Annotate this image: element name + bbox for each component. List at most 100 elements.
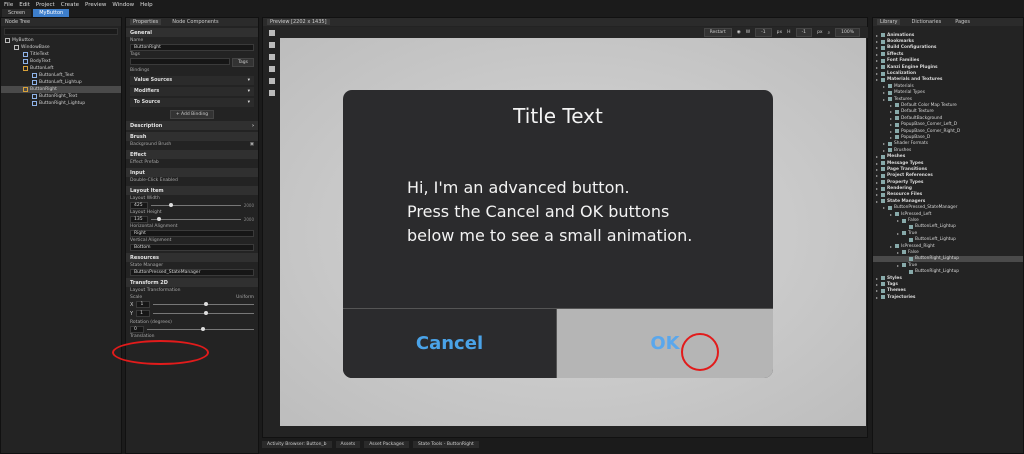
zoom-icon[interactable]: ⌕ (828, 30, 831, 36)
tree-item-label: WindowBase (21, 45, 50, 50)
layers-tool-icon[interactable] (268, 66, 275, 72)
pan-tool-icon[interactable] (268, 78, 275, 84)
library-item-label: ButtonRight_Lightup (915, 256, 960, 262)
ok-button[interactable]: OK (557, 308, 773, 378)
library-item-icon (881, 167, 885, 172)
v-align-select[interactable]: Bottom (130, 244, 254, 251)
name-field[interactable]: ButtonRight (130, 44, 254, 51)
layout-width-label: Layout Width (130, 196, 160, 201)
library-item-icon (881, 295, 885, 300)
tree-item[interactable]: ButtonLeft_Lightup (1, 79, 121, 86)
tree-item[interactable]: MyButton (1, 37, 121, 44)
menu-bar: File Edit Project Create Preview Window Help (0, 0, 1024, 9)
h-align-select[interactable]: Right (130, 230, 254, 237)
tab-dictionaries[interactable]: Dictionaries (908, 19, 944, 25)
x-scale-slider[interactable] (153, 302, 254, 306)
tree-item[interactable]: WindowBase (1, 44, 121, 51)
to-source-section[interactable]: To Source ▾ (130, 98, 254, 107)
tree-item[interactable]: BodyText (1, 58, 121, 65)
height-label: H (787, 30, 791, 35)
value-sources-section[interactable]: Value Sources ▾ (130, 76, 254, 85)
layout-width-field[interactable]: 425 (130, 202, 148, 209)
dialog-body: Hi, I'm an advanced button. Press the Ca… (407, 176, 767, 248)
library-item-label: ButtonPressed_StateManager (894, 205, 958, 211)
ok-label: OK (650, 333, 680, 354)
layout-height-slider[interactable] (151, 217, 241, 221)
tab-library[interactable]: Library (877, 19, 901, 25)
section-brush[interactable]: Brush (126, 132, 258, 141)
select-tool-icon[interactable] (268, 30, 275, 36)
section-description[interactable]: Description › (126, 121, 258, 130)
zoom-select[interactable]: 100% (835, 28, 860, 37)
library-item-label: DefaultBackground (901, 115, 943, 121)
bottom-tab[interactable]: Assets (335, 441, 361, 448)
add-binding-button[interactable]: + Add Binding (169, 110, 215, 119)
restart-button[interactable]: Restart (703, 28, 732, 37)
tree-item[interactable]: ButtonRight (1, 86, 121, 93)
section-effect[interactable]: Effect (126, 150, 258, 159)
translation-label: Translation (130, 334, 155, 339)
bottom-tab[interactable]: Asset Packages (364, 441, 409, 448)
section-input[interactable]: Input (126, 168, 258, 177)
layout-height-field[interactable]: 135 (130, 216, 148, 223)
section-general[interactable]: General (126, 28, 258, 37)
y-scale-slider[interactable] (153, 311, 254, 315)
menu-item-project[interactable]: Project (36, 2, 55, 8)
tab-screen[interactable]: Screen (2, 9, 32, 17)
library-item-label: PopupBase_Corner_Right_D (901, 128, 961, 134)
menu-item-preview[interactable]: Preview (85, 2, 106, 8)
library-item-icon (881, 45, 885, 50)
tree-item[interactable]: TitleText (1, 51, 121, 58)
node-tree-search[interactable] (4, 28, 118, 35)
menu-item-create[interactable]: Create (61, 2, 79, 8)
width-field[interactable]: -1 (755, 28, 772, 37)
bottom-tab[interactable]: Activity Browser: Button_b (262, 441, 332, 448)
library-item-label: Project References (887, 173, 933, 179)
layout-width-slider[interactable] (151, 203, 241, 207)
tree-item-label: ButtonRight_Lightup (39, 101, 86, 106)
tab-node-components[interactable]: Node Components (169, 19, 221, 25)
tab-mybutton[interactable]: MyButton (33, 9, 70, 17)
library-item-label: IsPressed_Left (901, 211, 932, 217)
library-item-icon (888, 148, 892, 153)
tab-pages[interactable]: Pages (952, 19, 973, 25)
layout-tool-icon[interactable] (268, 54, 275, 60)
menu-item-window[interactable]: Window (112, 2, 134, 8)
button-node-icon (23, 66, 28, 71)
height-field[interactable]: -1 (795, 28, 813, 37)
state-manager-select[interactable]: ButtonPressed_StateManager (130, 269, 254, 276)
cancel-button[interactable]: Cancel (343, 308, 556, 378)
name-label: Name (130, 38, 144, 43)
tab-preview[interactable]: Preview [2202 x 1435] (267, 19, 330, 25)
tab-properties[interactable]: Properties (130, 19, 162, 25)
y-scale-field[interactable]: 1 (136, 310, 151, 317)
tags-button[interactable]: Tags (232, 58, 254, 67)
move-tool-icon[interactable] (268, 42, 275, 48)
tags-field[interactable] (130, 58, 231, 65)
x-scale-field[interactable]: 1 (136, 301, 151, 308)
tree-item[interactable]: ButtonLeft_Text (1, 72, 121, 79)
section-transform-2d[interactable]: Transform 2D (126, 278, 258, 287)
tree-item[interactable]: ButtonRight_Lightup (1, 100, 121, 107)
text-node-icon (32, 80, 37, 85)
menu-item-edit[interactable]: Edit (19, 2, 30, 8)
section-resources[interactable]: Resources (126, 253, 258, 262)
tree-item[interactable]: ButtonRight_Text (1, 93, 121, 100)
section-layout-item[interactable]: Layout Item (126, 186, 258, 195)
tree-item[interactable]: ButtonLeft (1, 65, 121, 72)
eye-icon[interactable]: ◉ (737, 30, 741, 35)
rotation-field[interactable]: 0 (130, 326, 144, 333)
menu-item-file[interactable]: File (4, 2, 13, 8)
library-item[interactable]: ▸ Trajectories (873, 294, 1023, 300)
camera-tool-icon[interactable] (268, 90, 275, 96)
rotation-slider[interactable] (147, 327, 254, 331)
library-item-icon (888, 141, 892, 146)
modifiers-section[interactable]: Modifiers ▾ (130, 87, 254, 96)
bottom-tab[interactable]: State Tools - ButtonRight (412, 441, 479, 448)
library-item-icon (881, 186, 885, 191)
library-item-label: Default Color Map Texture (901, 102, 957, 108)
menu-item-help[interactable]: Help (140, 2, 153, 8)
library-item-icon (902, 231, 906, 236)
uniform-checkbox[interactable]: Uniform (236, 295, 254, 300)
width-label: W (745, 30, 751, 35)
